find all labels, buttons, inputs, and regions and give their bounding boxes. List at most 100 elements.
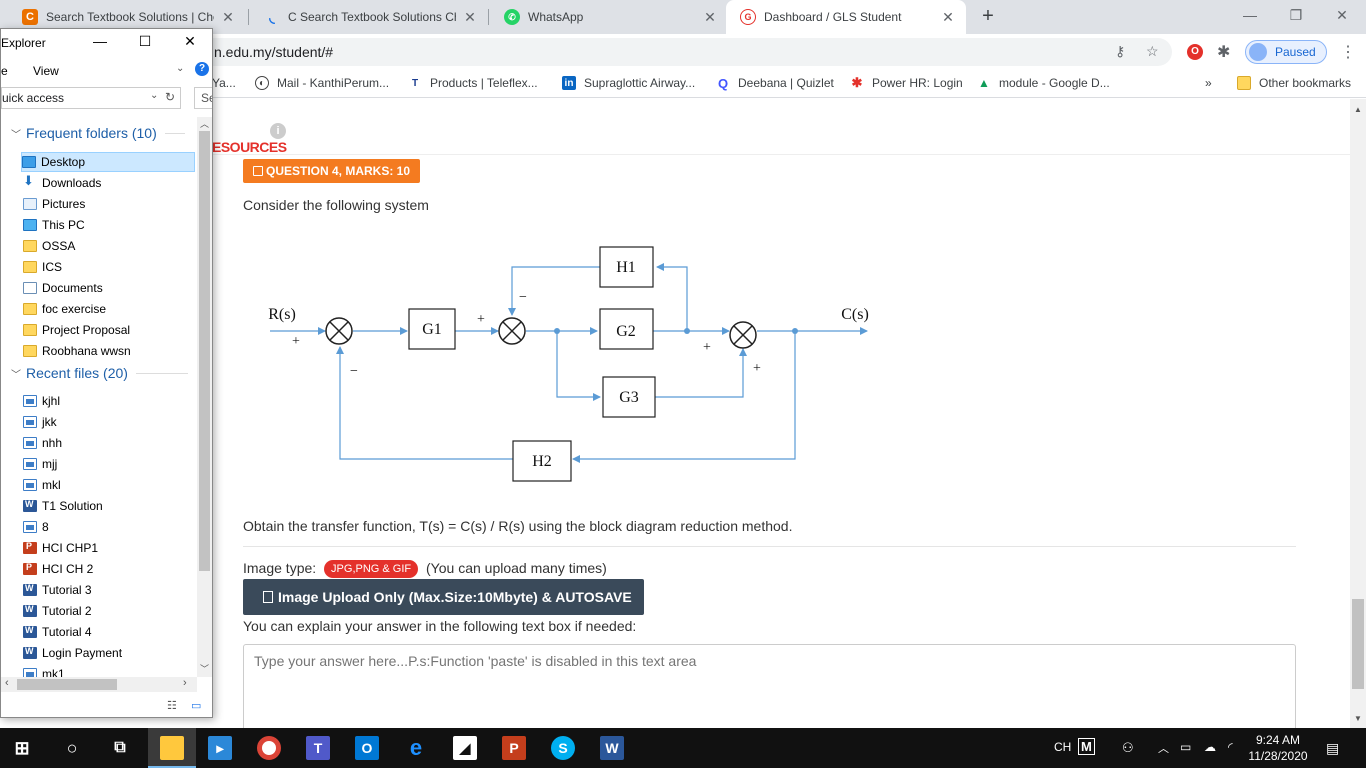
close-icon[interactable]: ✕ (220, 9, 236, 26)
skype-icon[interactable]: S (551, 736, 575, 760)
frequent-folder-item[interactable]: foc exercise (23, 299, 197, 319)
details-view-icon[interactable]: ☷ (167, 699, 177, 712)
bookmark-item[interactable]: ✱ Power HR: Login (850, 75, 963, 90)
recent-file-item[interactable]: mjj (23, 454, 197, 474)
image-upload-button[interactable]: Image Upload Only (Max.Size:10Mbyte) & A… (243, 579, 644, 615)
scrollbar-thumb[interactable] (199, 131, 210, 571)
edge-icon[interactable]: e (404, 735, 428, 760)
refresh-icon[interactable]: ↻ (165, 90, 175, 104)
large-icons-view-icon[interactable]: ▭ (191, 699, 201, 712)
frequent-folder-item[interactable]: Documents (23, 278, 197, 298)
wifi-icon[interactable]: ◜ (1228, 740, 1233, 754)
tab-whatsapp[interactable]: ✆ WhatsApp ✕ (490, 0, 728, 34)
recent-file-item[interactable]: 8 (23, 517, 197, 537)
restore-icon[interactable]: ❐ (1276, 4, 1316, 28)
help-icon[interactable]: ? (195, 62, 209, 76)
bookmarks-overflow-button[interactable]: » (1205, 76, 1212, 90)
scroll-up-icon[interactable]: ︿ (200, 117, 209, 130)
scrollbar-thumb[interactable] (1352, 599, 1364, 689)
puzzle-icon[interactable]: ✱ (1217, 42, 1230, 62)
bookmark-item[interactable]: T Products | Teleflex... (408, 76, 538, 90)
ribbon-tab-view[interactable]: View (33, 64, 59, 78)
frequent-folder-item[interactable]: OSSA (23, 236, 197, 256)
chrome-icon[interactable] (257, 736, 281, 760)
close-icon[interactable]: ✕ (702, 9, 718, 26)
explorer-horizontal-scrollbar[interactable]: ‹ › (1, 677, 197, 692)
bookmark-item[interactable]: Q Deebana | Quizlet (716, 76, 834, 91)
recent-file-item[interactable]: jkk (23, 412, 197, 432)
chevron-down-icon[interactable]: ⌄ (176, 63, 184, 74)
scroll-right-icon[interactable]: › (183, 677, 187, 689)
menu-icon[interactable]: ⋮ (1340, 42, 1356, 62)
opera-extension-icon[interactable]: O (1187, 44, 1203, 60)
bookmark-item[interactable]: Ya... (212, 76, 236, 90)
other-bookmarks[interactable]: Other bookmarks (1237, 76, 1351, 90)
recent-file-item[interactable]: nhh (23, 433, 197, 453)
notification-icon[interactable]: ▤ (1326, 740, 1339, 757)
tab-chegg-loading[interactable]: ◟ C Search Textbook Solutions Che ✕ (250, 0, 488, 34)
frequent-folder-item[interactable]: Project Proposal (23, 320, 197, 340)
recent-file-item[interactable]: Tutorial 2 (23, 601, 197, 621)
recent-file-item[interactable]: T1 Solution (23, 496, 197, 516)
battery-icon[interactable]: ▭ (1180, 740, 1191, 754)
recent-file-item[interactable]: HCI CHP1 (23, 538, 197, 558)
page-scrollbar[interactable]: ▲ ▼ (1350, 99, 1366, 728)
system-clock[interactable]: 9:24 AM 11/28/2020 (1246, 732, 1310, 764)
windows-start-icon[interactable]: ⊞ (10, 736, 34, 760)
recent-files-header[interactable]: ﹀ Recent files (20) (11, 365, 188, 381)
recent-file-item[interactable]: HCI CH 2 (23, 559, 197, 579)
new-tab-button[interactable]: + (978, 6, 998, 27)
frequent-folder-item[interactable]: ICS (23, 257, 197, 277)
scroll-left-icon[interactable]: ‹ (5, 677, 9, 689)
frequent-folder-item[interactable]: Desktop (21, 152, 195, 172)
frequent-folder-item[interactable]: Downloads (23, 173, 197, 193)
recent-file-item[interactable]: kjhl (23, 391, 197, 411)
word-icon[interactable]: W (600, 736, 624, 760)
recent-file-item[interactable]: mkl (23, 475, 197, 495)
recent-file-item[interactable]: Tutorial 4 (23, 622, 197, 642)
minimize-icon[interactable]: — (85, 33, 115, 49)
scroll-down-icon[interactable]: ﹀ (200, 662, 209, 675)
frequent-folder-item[interactable]: Roobhana wwsn (23, 341, 197, 361)
tab-gls-dashboard[interactable]: G Dashboard / GLS Student ✕ (726, 0, 966, 34)
recent-file-item[interactable]: Tutorial 3 (23, 580, 197, 600)
info-icon[interactable]: i (270, 123, 286, 139)
ribbon-tab[interactable]: e (1, 64, 8, 78)
frequent-folders-header[interactable]: ﹀ Frequent folders (10) (11, 125, 185, 141)
bookmark-item[interactable]: ▲ module - Google D... (977, 76, 1110, 90)
frequent-folder-item[interactable]: This PC (23, 215, 197, 235)
people-icon[interactable]: ⚇ (1122, 740, 1134, 756)
task-view-icon[interactable]: ⧉ (108, 736, 132, 760)
chevron-up-icon[interactable]: ︿ (1158, 740, 1169, 756)
star-icon[interactable]: ☆ (1146, 43, 1159, 60)
scroll-up-icon[interactable]: ▲ (1354, 105, 1362, 114)
outlook-icon[interactable]: O (355, 736, 379, 760)
profile-button[interactable]: Paused (1245, 40, 1327, 64)
onedrive-icon[interactable]: ☁ (1204, 740, 1216, 754)
scroll-down-icon[interactable]: ▼ (1354, 714, 1362, 723)
language-indicator[interactable]: CH (1054, 740, 1071, 754)
close-window-icon[interactable]: ✕ (1322, 4, 1362, 28)
search-icon[interactable]: ○ (60, 736, 84, 760)
photos-icon[interactable]: ▸ (208, 736, 232, 760)
minimize-icon[interactable]: — (1230, 4, 1270, 28)
file-explorer-icon[interactable] (160, 736, 184, 760)
explorer-search[interactable]: Se (194, 87, 212, 109)
explorer-title-bar[interactable]: Explorer — ☐ ✕ (1, 29, 212, 57)
explorer-address-bar[interactable]: uick access ⌄ ↻ (1, 87, 181, 109)
teams-icon[interactable]: T (306, 736, 330, 760)
powerpoint-icon[interactable]: P (502, 736, 526, 760)
ime-indicator[interactable]: M (1078, 738, 1095, 755)
maximize-icon[interactable]: ☐ (130, 33, 160, 50)
chevron-down-icon[interactable]: ⌄ (150, 90, 158, 101)
bookmark-item[interactable]: ◐ Mail - KanthiPerum... (255, 76, 389, 90)
snip-icon[interactable]: ◢ (453, 736, 477, 760)
bookmark-item[interactable]: in Supraglottic Airway... (562, 76, 695, 90)
key-icon[interactable]: ⚷ (1115, 43, 1125, 60)
explorer-scrollbar[interactable]: ︿ ﹀ (197, 117, 212, 677)
close-icon[interactable]: ✕ (462, 9, 478, 26)
scrollbar-thumb[interactable] (17, 679, 117, 690)
answer-textarea[interactable] (243, 644, 1296, 728)
recent-file-item[interactable]: Login Payment (23, 643, 197, 663)
address-bar[interactable]: n.edu.my/student/# ⚷ ☆ (200, 38, 1172, 66)
